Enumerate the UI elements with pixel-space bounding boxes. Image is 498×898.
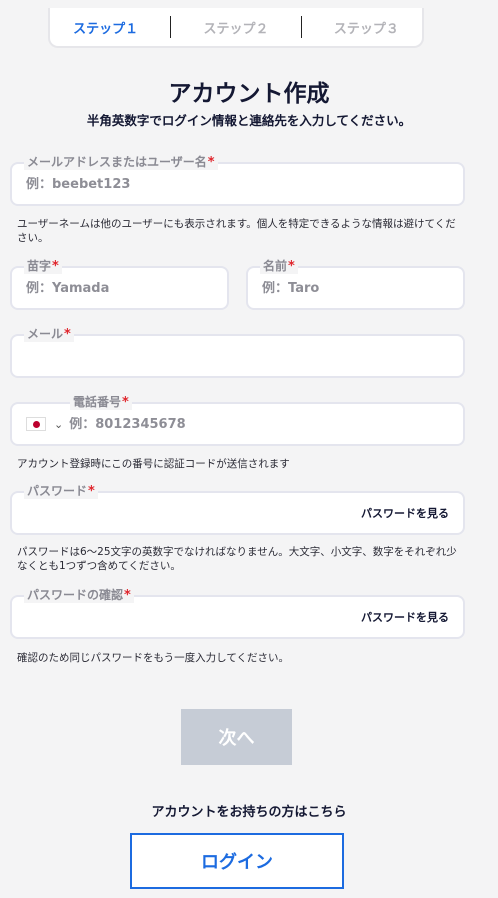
phone-input[interactable]	[69, 416, 449, 432]
step-3[interactable]: ステップ３	[320, 18, 413, 37]
email-field[interactable]	[10, 334, 465, 378]
show-password-toggle[interactable]: パスワードを見る	[361, 505, 449, 521]
step-divider	[170, 16, 172, 38]
username-label: メールアドレスまたはユーザー名*	[24, 153, 218, 170]
password-confirm-label: パスワードの確認*	[24, 586, 134, 603]
last-name-field-group: 苗字*	[10, 257, 229, 310]
chevron-down-icon[interactable]: ⌄	[54, 418, 63, 431]
password-confirm-field-group: パスワードを見る パスワードの確認*	[10, 586, 465, 639]
required-mark: *	[122, 395, 129, 410]
page-subtitle: 半角英数字でログイン情報と連絡先を入力してください。	[86, 113, 412, 128]
required-mark: *	[64, 327, 71, 342]
step-2[interactable]: ステップ２	[189, 18, 282, 37]
phone-label: 電話番号*	[70, 393, 132, 410]
stepper: ステップ１ ステップ２ ステップ３	[48, 8, 424, 48]
password-field-group: パスワードを見る パスワード*	[10, 482, 465, 535]
last-name-input[interactable]	[26, 280, 213, 296]
password-hint: パスワードは6〜25文字の英数字でなければなりません。大文字、小文字、数字をそれ…	[17, 546, 457, 572]
first-name-label: 名前*	[260, 257, 298, 274]
japan-flag-icon[interactable]	[26, 417, 46, 431]
required-mark: *	[88, 484, 95, 499]
email-label: メール*	[24, 325, 74, 342]
password-confirm-input[interactable]	[26, 609, 361, 625]
have-account-text: アカウントをお持ちの方はこちら	[151, 805, 347, 820]
email-input[interactable]	[26, 348, 449, 364]
required-mark: *	[124, 588, 131, 603]
page-title: アカウント作成	[168, 81, 330, 107]
show-password-confirm-toggle[interactable]: パスワードを見る	[361, 609, 449, 625]
phone-field-group: ⌄ 電話番号*	[10, 393, 465, 446]
login-button[interactable]: ログイン	[130, 833, 344, 889]
required-mark: *	[288, 259, 295, 274]
next-button[interactable]: 次へ	[181, 709, 292, 765]
username-input[interactable]	[26, 176, 449, 192]
last-name-label: 苗字*	[24, 257, 62, 274]
password-confirm-hint: 確認のため同じパスワードをもう一度入力してください。	[17, 652, 290, 664]
password-label: パスワード*	[24, 482, 98, 499]
username-hint: ユーザーネームは他のユーザーにも表示されます。個人を特定できるような情報は避けて…	[17, 218, 456, 244]
first-name-field-group: 名前*	[246, 257, 465, 310]
password-input[interactable]	[26, 505, 361, 521]
required-mark: *	[207, 155, 215, 170]
email-field-group: メール*	[10, 325, 465, 378]
first-name-input[interactable]	[262, 280, 449, 296]
username-field-group: メールアドレスまたはユーザー名*	[10, 153, 465, 206]
phone-hint: アカウント登録時にこの番号に認証コードが送信されます	[17, 458, 290, 470]
required-mark: *	[52, 259, 59, 274]
step-divider	[300, 16, 302, 38]
step-1[interactable]: ステップ１	[59, 18, 152, 37]
